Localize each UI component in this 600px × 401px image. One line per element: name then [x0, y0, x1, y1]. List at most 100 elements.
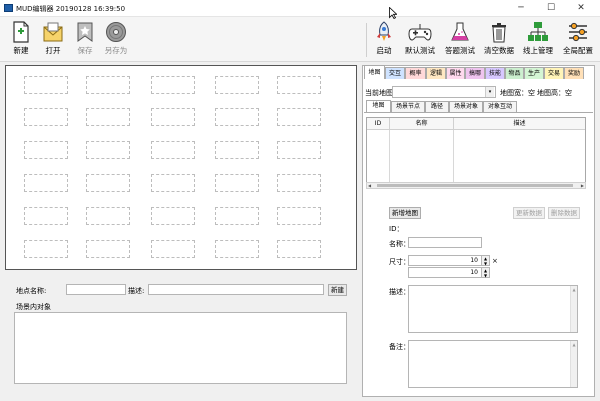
- add-map-button[interactable]: 新增地图: [389, 207, 421, 219]
- map-grid-cell[interactable]: [277, 108, 321, 126]
- map-grid-cell[interactable]: [86, 240, 130, 258]
- map-grid-cell[interactable]: [24, 207, 68, 225]
- current-map-select[interactable]: ▾: [392, 86, 496, 98]
- map-grid-cell[interactable]: [277, 207, 321, 225]
- size-times-label: ×: [492, 257, 498, 265]
- sliders-icon: [569, 22, 587, 42]
- scroll-right-icon[interactable]: ▶: [581, 183, 584, 188]
- tab-8[interactable]: 生产: [524, 67, 544, 79]
- toolbar: 新建 打开 保存 另存为 启动 默认测试 答题测试 清空数据 线上管理 全局配置: [0, 17, 600, 62]
- default-test-button[interactable]: 默认测试: [402, 21, 438, 59]
- tab-1[interactable]: 交互: [385, 67, 405, 79]
- map-grid-cell[interactable]: [86, 207, 130, 225]
- grid-header-id[interactable]: ID: [367, 118, 390, 130]
- grid-horizontal-scrollbar[interactable]: ◀ ▶: [366, 182, 586, 189]
- map-desc-textarea[interactable]: ▲: [408, 285, 578, 333]
- map-grid-cell[interactable]: [24, 240, 68, 258]
- subtab-1[interactable]: 场景节点: [391, 101, 425, 112]
- map-grid-cell[interactable]: [277, 240, 321, 258]
- map-grid-cell[interactable]: [24, 108, 68, 126]
- close-button[interactable]: ✕: [570, 0, 592, 17]
- trash-icon: [492, 23, 506, 43]
- update-data-button[interactable]: 更新数据: [513, 207, 545, 219]
- flask-icon: [451, 22, 469, 41]
- tab-2[interactable]: 概率: [405, 67, 426, 79]
- clear-data-button[interactable]: 清空数据: [481, 21, 517, 59]
- open-button[interactable]: 打开: [40, 21, 66, 59]
- width-stepper[interactable]: ▲ ▼: [481, 255, 490, 266]
- map-grid-cell[interactable]: [24, 174, 68, 192]
- map-width-input[interactable]: 10: [408, 255, 482, 266]
- map-grid-cell[interactable]: [86, 141, 130, 159]
- map-note-textarea[interactable]: ▲: [408, 340, 578, 388]
- grid-column-divider: [453, 130, 454, 183]
- tab-7[interactable]: 物品: [505, 67, 524, 79]
- map-grid-cell[interactable]: [151, 240, 195, 258]
- map-grid-cell[interactable]: [215, 207, 259, 225]
- location-desc-label: 描述:: [128, 287, 145, 295]
- tab-0[interactable]: 地图: [364, 65, 385, 79]
- map-grid-cell[interactable]: [215, 76, 259, 94]
- location-name-input[interactable]: [66, 284, 126, 295]
- map-grid-cell[interactable]: [215, 141, 259, 159]
- chevron-down-icon[interactable]: ▼: [484, 273, 487, 278]
- map-grid-cell[interactable]: [215, 174, 259, 192]
- online-manage-button[interactable]: 线上管理: [520, 21, 556, 59]
- textarea-scrollbar[interactable]: ▲: [570, 286, 577, 332]
- tab-4[interactable]: 属性: [446, 67, 465, 79]
- map-grid-cell[interactable]: [24, 141, 68, 159]
- map-grid-cell[interactable]: [86, 76, 130, 94]
- map-grid-cell[interactable]: [151, 108, 195, 126]
- subtab-4[interactable]: 对象互动: [483, 101, 517, 112]
- map-width-label: 地图宽：空: [500, 89, 535, 97]
- new-location-button[interactable]: 新建: [328, 284, 347, 296]
- maximize-button[interactable]: ☐: [540, 0, 562, 17]
- tab-10[interactable]: 奖励: [564, 67, 584, 79]
- tab-5[interactable]: 搞哪: [465, 67, 485, 79]
- map-grid-cell[interactable]: [86, 108, 130, 126]
- save-button[interactable]: 保存: [72, 21, 98, 59]
- map-name-input[interactable]: [408, 237, 482, 248]
- quiz-test-button[interactable]: 答题测试: [442, 21, 478, 59]
- save-as-button[interactable]: 另存为: [100, 21, 132, 59]
- minimize-button[interactable]: ─: [510, 0, 532, 17]
- height-stepper[interactable]: ▲ ▼: [481, 267, 490, 278]
- map-grid-cell[interactable]: [215, 240, 259, 258]
- map-grid-cell[interactable]: [151, 76, 195, 94]
- textarea-scrollbar[interactable]: ▲: [570, 341, 577, 387]
- launch-button[interactable]: 启动: [370, 21, 398, 59]
- map-canvas[interactable]: [5, 65, 357, 270]
- new-button[interactable]: 新建: [8, 21, 34, 59]
- scene-objects-list[interactable]: [14, 312, 347, 384]
- map-grid-cell[interactable]: [86, 174, 130, 192]
- global-config-button[interactable]: 全局配置: [560, 21, 596, 59]
- delete-data-button[interactable]: 删除数据: [548, 207, 580, 219]
- grid-header-name[interactable]: 名称: [390, 118, 454, 130]
- map-grid-cell[interactable]: [277, 174, 321, 192]
- size-label: 尺寸：: [389, 258, 410, 266]
- subtab-0[interactable]: 地图: [366, 100, 391, 112]
- scrollbar-thumb[interactable]: [377, 184, 573, 187]
- name-label: 名称：: [389, 240, 410, 248]
- map-grid-cell[interactable]: [277, 76, 321, 94]
- subtab-3[interactable]: 场景对象: [449, 101, 483, 112]
- location-desc-input[interactable]: [148, 284, 324, 295]
- grid-header-desc[interactable]: 描述: [454, 118, 585, 130]
- chevron-down-icon[interactable]: ▼: [484, 261, 487, 266]
- open-envelope-icon: [43, 22, 63, 42]
- scroll-left-icon[interactable]: ◀: [368, 183, 371, 188]
- subtab-2[interactable]: 路径: [425, 101, 449, 112]
- tab-3[interactable]: 逻辑: [426, 67, 446, 79]
- map-grid-cell[interactable]: [151, 174, 195, 192]
- map-height-input[interactable]: 10: [408, 267, 482, 278]
- chevron-down-icon[interactable]: ▾: [485, 87, 494, 97]
- map-grid-cell[interactable]: [24, 76, 68, 94]
- map-data-grid[interactable]: ID 名称 描述: [366, 117, 586, 189]
- map-grid-cell[interactable]: [215, 108, 259, 126]
- tab-6[interactable]: 技能: [485, 67, 505, 79]
- map-grid-cell[interactable]: [277, 141, 321, 159]
- map-grid-cell[interactable]: [151, 207, 195, 225]
- title-bar: MUD编辑器 20190128 16:39:50 ─ ☐ ✕: [0, 0, 600, 17]
- map-grid-cell[interactable]: [151, 141, 195, 159]
- tab-9[interactable]: 交易: [544, 67, 564, 79]
